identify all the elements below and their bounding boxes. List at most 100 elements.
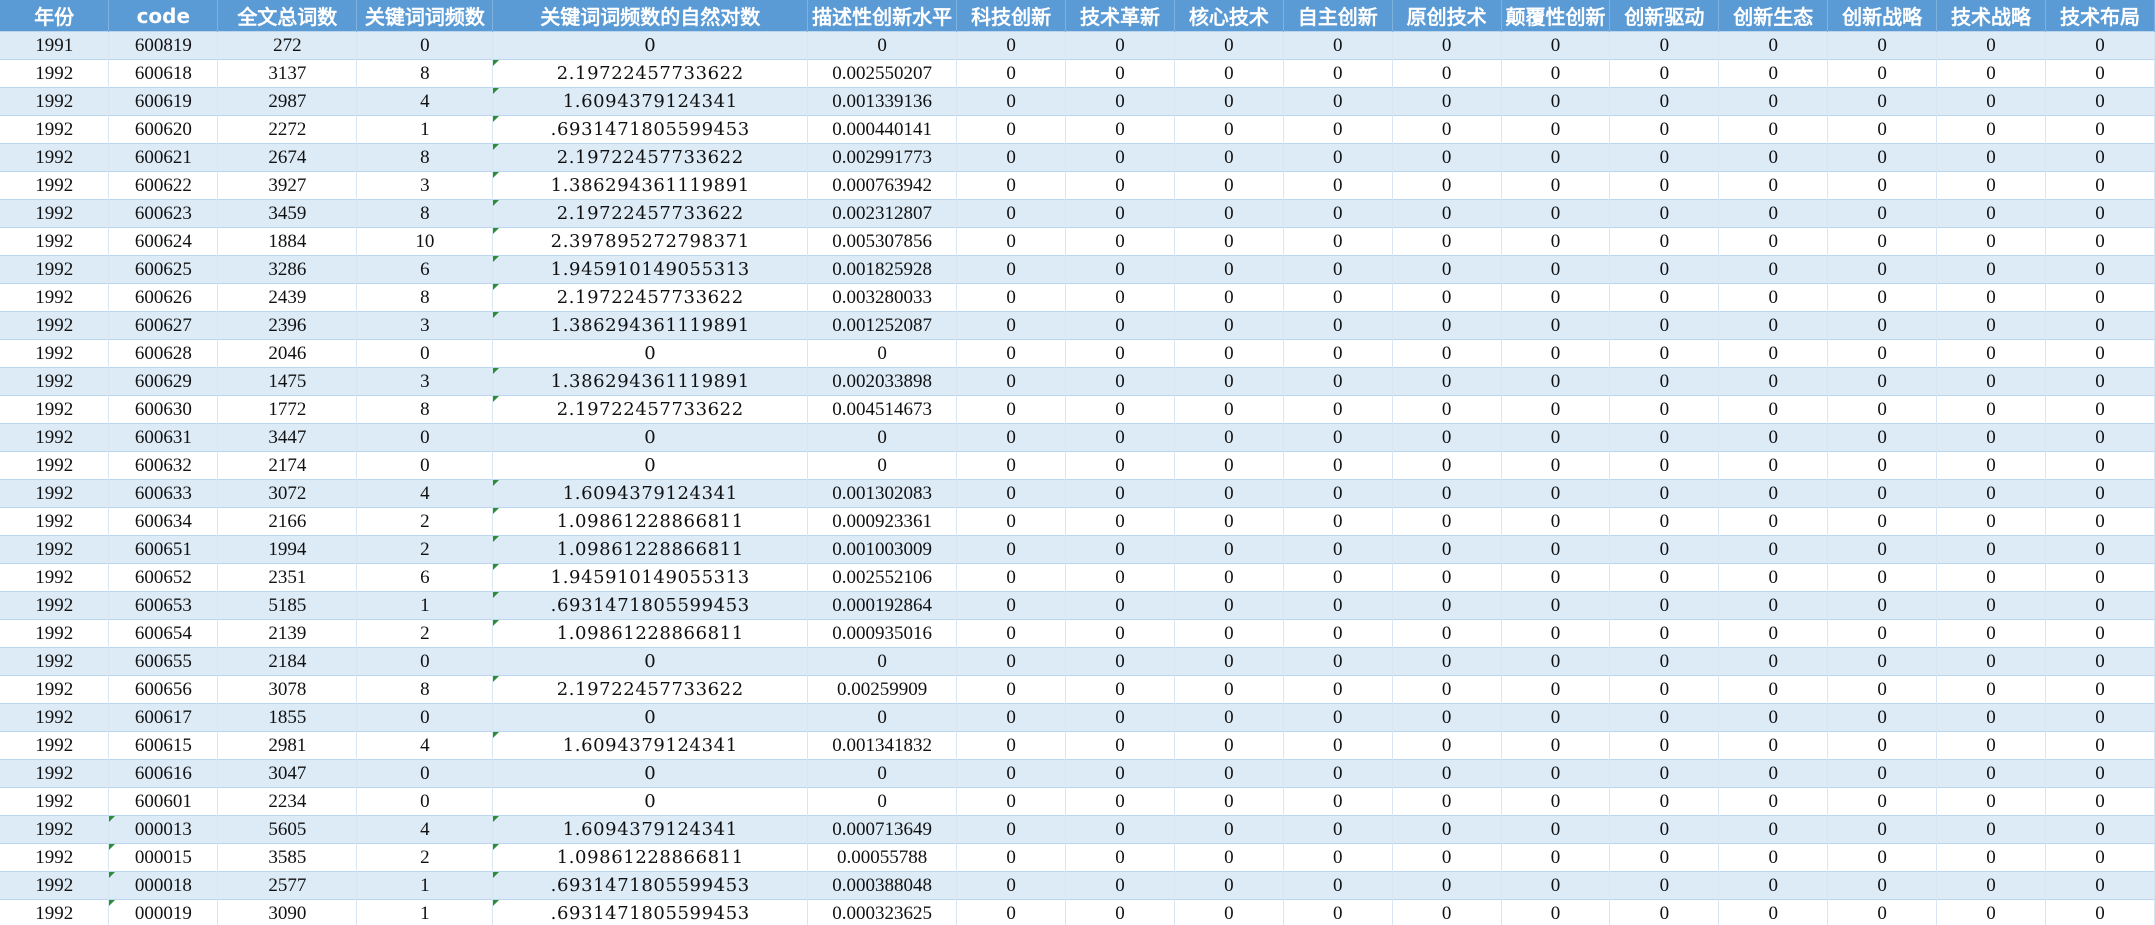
cell-keyword-count[interactable]: 0 (1065, 535, 1175, 564)
cell-keyword-count[interactable]: 0 (1827, 227, 1938, 256)
cell-keyword-count[interactable]: 0 (1609, 255, 1720, 284)
cell-keyword-count[interactable]: 0 (1501, 647, 1611, 676)
cell-code[interactable]: 600633 (108, 479, 219, 508)
cell-ln[interactable]: 0 (492, 451, 809, 480)
cell-keyword-count[interactable]: 0 (1283, 535, 1393, 564)
cell-keyword-count[interactable]: 0 (1501, 451, 1611, 480)
cell-keyword-count[interactable]: 0 (1392, 591, 1502, 620)
cell-keyword-count[interactable]: 0 (1392, 59, 1502, 88)
cell-keyword-count[interactable]: 0 (1283, 871, 1393, 900)
cell-year[interactable]: 1992 (0, 647, 110, 676)
cell-code[interactable]: 600616 (108, 759, 219, 788)
cell-keyword-count[interactable]: 0 (1174, 619, 1284, 648)
cell-keyword-count[interactable]: 0 (1283, 899, 1393, 925)
cell-keyword-count[interactable]: 0 (2045, 815, 2155, 844)
cell-keyword-count[interactable]: 0 (1501, 619, 1611, 648)
cell-code[interactable]: 600653 (108, 591, 219, 620)
cell-keyword-count[interactable]: 0 (1609, 31, 1720, 60)
cell-keyword-count[interactable]: 0 (1392, 843, 1502, 872)
column-header[interactable]: 关键词词频数 (356, 0, 494, 32)
cell-desc[interactable]: 0.000323625 (807, 899, 958, 925)
cell-year[interactable]: 1992 (0, 563, 110, 592)
cell-keyword-count[interactable]: 0 (1827, 703, 1938, 732)
cell-keyword-count[interactable]: 0 (1609, 115, 1720, 144)
cell-year[interactable]: 1992 (0, 423, 110, 452)
cell-keyword-count[interactable]: 0 (1174, 227, 1284, 256)
cell-code[interactable]: 600625 (108, 255, 219, 284)
cell-keyword-count[interactable]: 0 (1065, 815, 1175, 844)
cell-keyword-count[interactable]: 0 (2045, 367, 2155, 396)
cell-keyword-count[interactable]: 0 (1283, 143, 1393, 172)
cell-keyword-count[interactable]: 0 (1827, 675, 1938, 704)
cell-keyword-count[interactable]: 0 (1827, 563, 1938, 592)
cell-keyword-count[interactable]: 0 (1609, 703, 1720, 732)
cell-keyword-count[interactable]: 0 (1609, 759, 1720, 788)
cell-keyword-count[interactable]: 0 (2045, 507, 2155, 536)
cell-keyword-count[interactable]: 0 (956, 59, 1067, 88)
cell-keyword-count[interactable]: 0 (1609, 227, 1720, 256)
cell-keyword-count[interactable]: 0 (1827, 367, 1938, 396)
cell-year[interactable]: 1992 (0, 199, 110, 228)
cell-keyword-count[interactable]: 0 (956, 535, 1067, 564)
cell-ln[interactable]: 0 (492, 423, 809, 452)
cell-total[interactable]: 2674 (217, 143, 358, 172)
cell-year[interactable]: 1992 (0, 815, 110, 844)
cell-keyword-count[interactable]: 0 (956, 563, 1067, 592)
cell-keyword-count[interactable]: 0 (956, 479, 1067, 508)
cell-keyword-count[interactable]: 0 (1283, 87, 1393, 116)
column-header[interactable]: 描述性创新水平 (807, 0, 958, 32)
cell-keyword-count[interactable]: 0 (1718, 619, 1829, 648)
cell-freq[interactable]: 2 (356, 843, 494, 872)
cell-keyword-count[interactable]: 0 (1065, 87, 1175, 116)
cell-keyword-count[interactable]: 0 (1936, 815, 2046, 844)
cell-keyword-count[interactable]: 0 (1936, 451, 2046, 480)
cell-desc[interactable]: 0.000763942 (807, 171, 958, 200)
cell-keyword-count[interactable]: 0 (2045, 451, 2155, 480)
cell-keyword-count[interactable]: 0 (1827, 591, 1938, 620)
cell-keyword-count[interactable]: 0 (1718, 283, 1829, 312)
column-header[interactable]: 关键词词频数的自然对数 (492, 0, 809, 32)
cell-desc[interactable]: 0.002991773 (807, 143, 958, 172)
cell-keyword-count[interactable]: 0 (1065, 871, 1175, 900)
cell-keyword-count[interactable]: 0 (1501, 367, 1611, 396)
cell-desc[interactable]: 0.004514673 (807, 395, 958, 424)
cell-code[interactable]: 600617 (108, 703, 219, 732)
cell-year[interactable]: 1992 (0, 311, 110, 340)
cell-keyword-count[interactable]: 0 (1609, 339, 1720, 368)
cell-freq[interactable]: 0 (356, 339, 494, 368)
cell-total[interactable]: 2234 (217, 787, 358, 816)
cell-code[interactable]: 000019 (108, 899, 219, 925)
cell-keyword-count[interactable]: 0 (1283, 843, 1393, 872)
cell-keyword-count[interactable]: 0 (1718, 787, 1829, 816)
cell-total[interactable]: 1994 (217, 535, 358, 564)
cell-keyword-count[interactable]: 0 (1609, 395, 1720, 424)
cell-ln[interactable]: 1.945910149055313 (492, 563, 809, 592)
cell-keyword-count[interactable]: 0 (1936, 871, 2046, 900)
cell-keyword-count[interactable]: 0 (1936, 843, 2046, 872)
cell-keyword-count[interactable]: 0 (956, 423, 1067, 452)
cell-desc[interactable]: 0 (807, 703, 958, 732)
cell-keyword-count[interactable]: 0 (1718, 31, 1829, 60)
cell-keyword-count[interactable]: 0 (1065, 31, 1175, 60)
cell-keyword-count[interactable]: 0 (1936, 899, 2046, 925)
cell-keyword-count[interactable]: 0 (1065, 143, 1175, 172)
cell-keyword-count[interactable]: 0 (1283, 283, 1393, 312)
cell-keyword-count[interactable]: 0 (1501, 535, 1611, 564)
cell-keyword-count[interactable]: 0 (1065, 283, 1175, 312)
cell-keyword-count[interactable]: 0 (1392, 731, 1502, 760)
cell-year[interactable]: 1992 (0, 479, 110, 508)
cell-keyword-count[interactable]: 0 (1936, 255, 2046, 284)
cell-keyword-count[interactable]: 0 (1718, 591, 1829, 620)
cell-keyword-count[interactable]: 0 (1718, 115, 1829, 144)
cell-keyword-count[interactable]: 0 (1501, 339, 1611, 368)
cell-desc[interactable]: 0.000388048 (807, 871, 958, 900)
cell-keyword-count[interactable]: 0 (1065, 647, 1175, 676)
cell-year[interactable]: 1992 (0, 619, 110, 648)
cell-keyword-count[interactable]: 0 (2045, 759, 2155, 788)
cell-keyword-count[interactable]: 0 (1609, 563, 1720, 592)
cell-ln[interactable]: 0 (492, 339, 809, 368)
cell-keyword-count[interactable]: 0 (1718, 815, 1829, 844)
cell-keyword-count[interactable]: 0 (2045, 255, 2155, 284)
cell-keyword-count[interactable]: 0 (1392, 367, 1502, 396)
cell-total[interactable]: 3585 (217, 843, 358, 872)
